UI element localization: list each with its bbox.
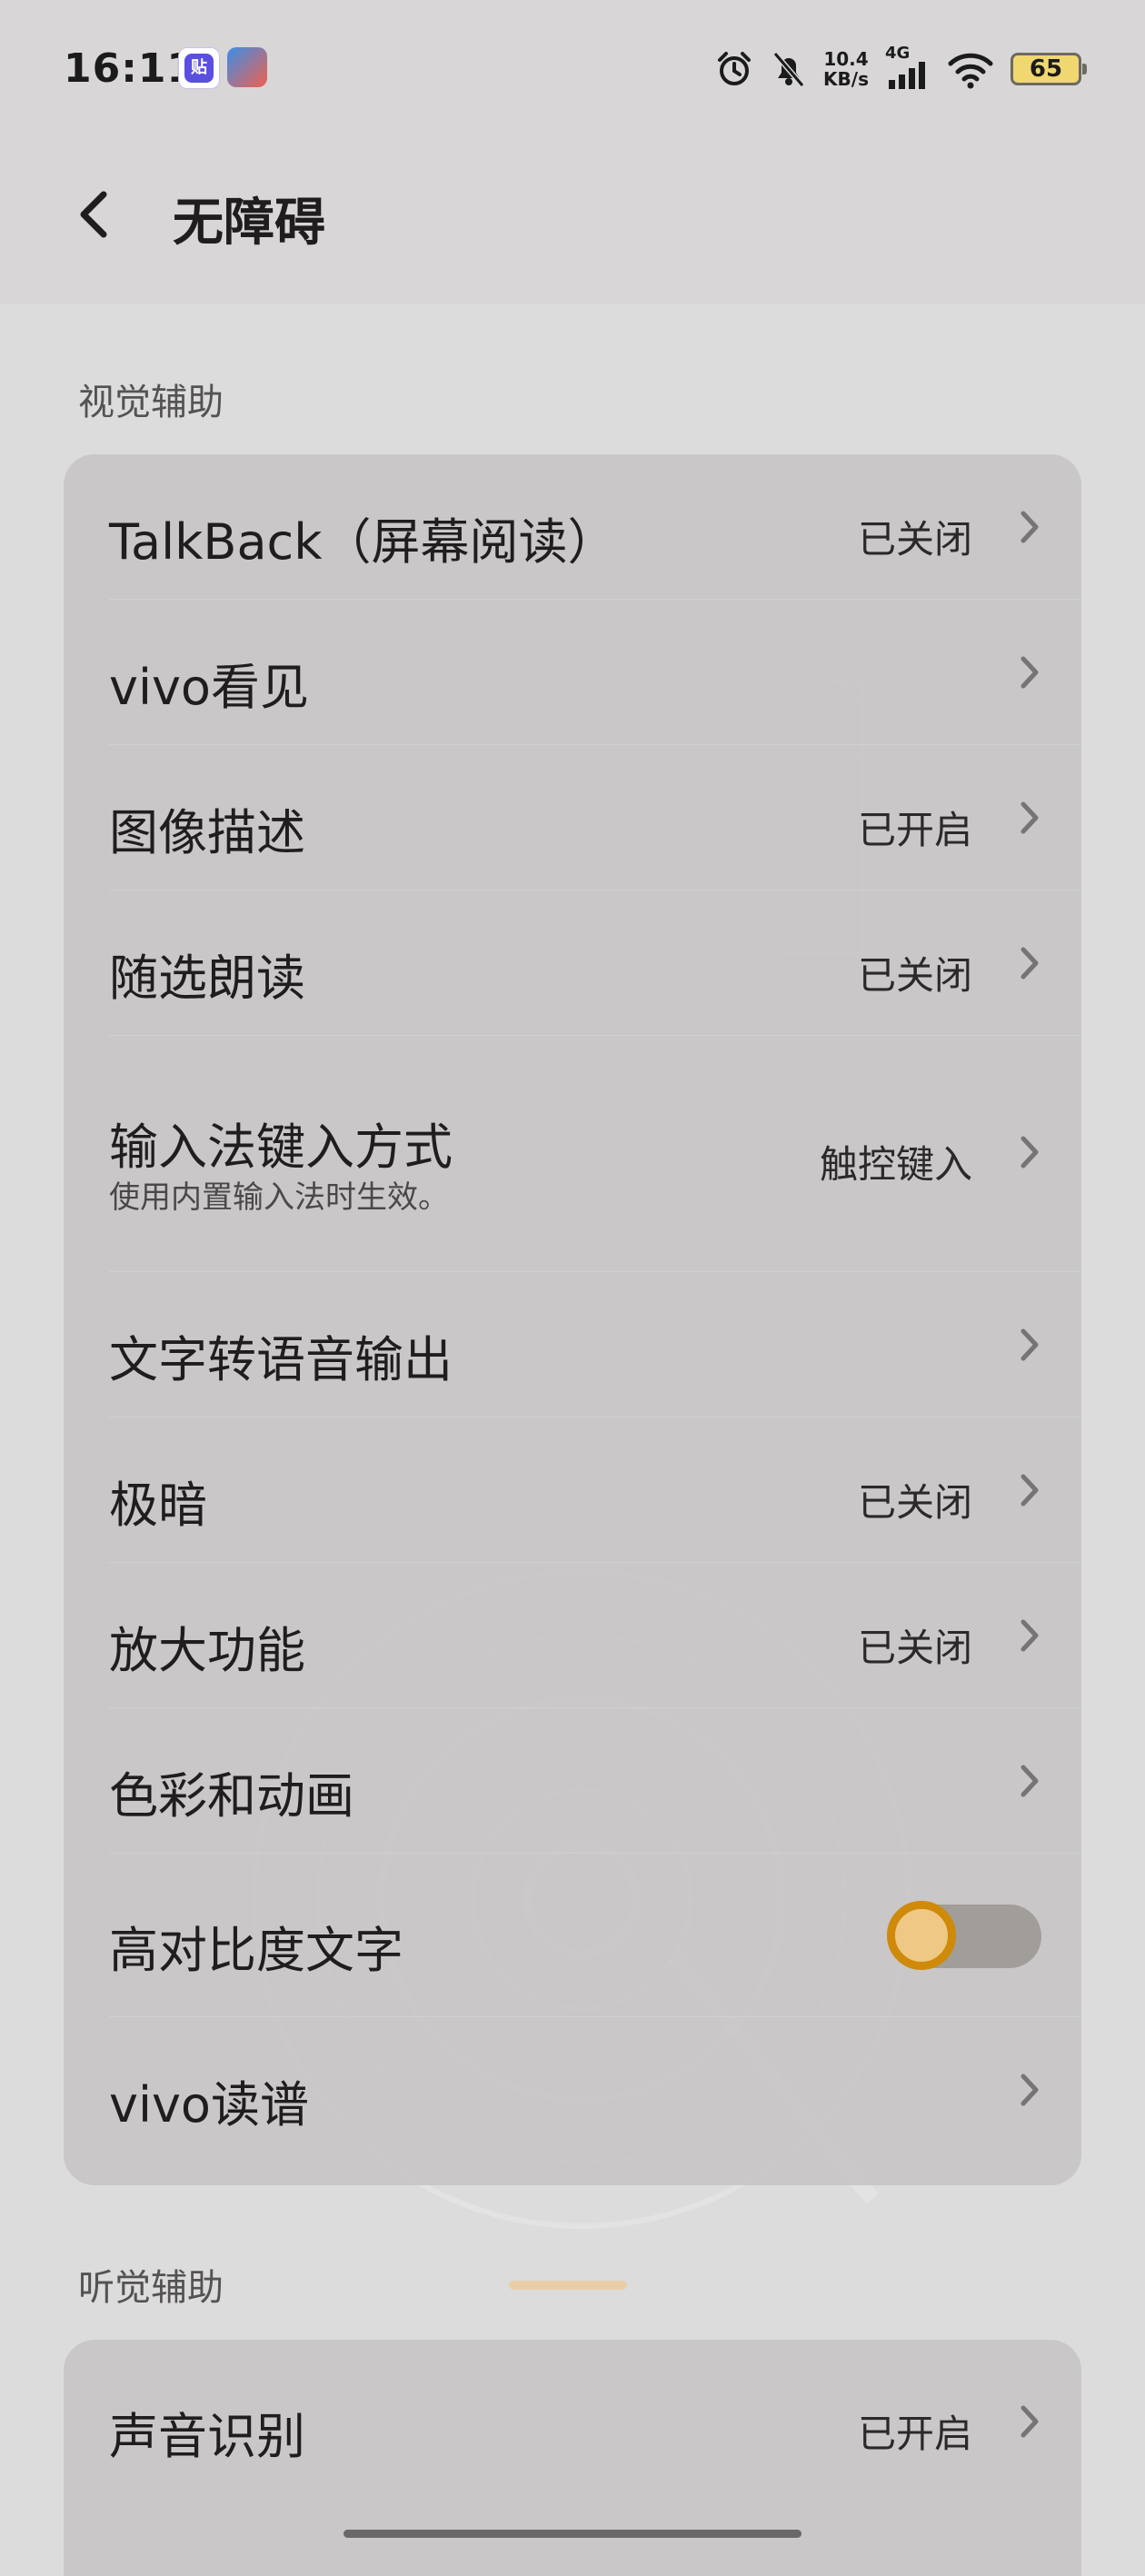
chevron-right-icon — [1021, 511, 1039, 543]
network-speed: 10.4 KB/s — [823, 49, 869, 89]
toggle-knob — [887, 1901, 956, 1970]
item-label: 文字转语音输出 — [109, 1331, 453, 1388]
list-item-color-and-motion[interactable]: 色彩和动画 — [64, 1708, 1081, 1854]
item-status: 已开启 — [857, 808, 972, 852]
list-item-vivo-see[interactable]: vivo看见 — [64, 600, 1081, 745]
list-item-tts-output[interactable]: 文字转语音输出 — [64, 1272, 1081, 1417]
item-label: 色彩和动画 — [109, 1767, 354, 1825]
item-label: 声音识别 — [109, 2408, 305, 2465]
section-title-visual: 视觉辅助 — [78, 382, 224, 423]
item-status: 已关闭 — [857, 1480, 972, 1525]
list-item-sound-recognition[interactable]: 声音识别 已开启 — [64, 2340, 1081, 2512]
signal-bars-icon — [889, 62, 925, 89]
battery-icon: 65 — [1011, 53, 1087, 85]
network-type: 4G — [885, 44, 911, 63]
muted-bell-icon — [772, 52, 805, 87]
item-label: 高对比度文字 — [109, 1922, 403, 1979]
chevron-right-icon — [1021, 1474, 1039, 1507]
list-item-image-description[interactable]: 图像描述 已开启 — [64, 745, 1081, 890]
item-label: vivo读谱 — [109, 2076, 309, 2133]
alarm-icon — [718, 52, 752, 85]
list-item-high-contrast-text: 高对比度文字 — [64, 1854, 1081, 2017]
chevron-right-icon — [1021, 656, 1039, 689]
cellular-signal: 4G — [885, 44, 931, 89]
chevron-right-icon — [1021, 2405, 1039, 2438]
battery-level: 65 — [1029, 55, 1063, 83]
network-speed-value: 10.4 — [823, 48, 869, 70]
chevron-right-icon — [1021, 1765, 1039, 1797]
item-status: 已关闭 — [857, 953, 972, 998]
list-item-magnification[interactable]: 放大功能 已关闭 — [64, 1563, 1081, 1708]
notification-app-icon: 贴 — [178, 47, 220, 89]
chevron-right-icon — [1021, 2074, 1039, 2106]
item-status: 已开启 — [857, 2412, 972, 2456]
chevron-right-icon — [1021, 1136, 1039, 1169]
wifi-icon — [948, 53, 993, 89]
chevron-right-icon — [1021, 1619, 1039, 1652]
home-indicator[interactable] — [344, 2530, 802, 2538]
hearing-settings-card: 声音识别 已开启 — [64, 2340, 1081, 2576]
back-arrow-icon[interactable] — [64, 173, 118, 254]
item-label: 极暗 — [109, 1477, 207, 1534]
status-bar: 16:11 贴 10.4 KB/s 4G 65 — [0, 0, 1145, 136]
section-title-hearing: 听觉辅助 — [78, 2267, 224, 2309]
list-item-vivo-score-reader[interactable]: vivo读谱 — [64, 2017, 1081, 2163]
notification-game-icon — [227, 47, 267, 87]
list-item-extra-dim[interactable]: 极暗 已关闭 — [64, 1417, 1081, 1563]
item-label: 随选朗读 — [109, 950, 305, 1007]
chevron-right-icon — [1021, 1328, 1039, 1361]
item-status: 已关闭 — [857, 517, 972, 562]
item-label: 图像描述 — [109, 804, 305, 861]
item-label: 输入法键入方式 — [109, 1119, 453, 1176]
status-time: 16:11 — [64, 45, 196, 92]
visual-settings-card: TalkBack（屏幕阅读） 已关闭 vivo看见 图像描述 已开启 随选朗读 … — [64, 454, 1081, 2185]
high-contrast-toggle[interactable] — [887, 1901, 1045, 1970]
list-item-input-method[interactable]: 输入法键入方式 使用内置输入法时生效。 触控键入 — [64, 1036, 1081, 1272]
item-sublabel: 使用内置输入法时生效。 — [109, 1179, 449, 1216]
page-title: 无障碍 — [173, 194, 325, 253]
list-item-talkback[interactable]: TalkBack（屏幕阅读） 已关闭 — [64, 454, 1081, 600]
item-status: 触控键入 — [819, 1142, 972, 1187]
network-speed-unit: KB/s — [823, 68, 869, 90]
item-label: TalkBack（屏幕阅读） — [109, 513, 617, 571]
chevron-right-icon — [1021, 947, 1039, 980]
item-status: 已关闭 — [857, 1626, 972, 1670]
list-item-select-to-speak[interactable]: 随选朗读 已关闭 — [64, 890, 1081, 1036]
item-label: vivo看见 — [109, 659, 309, 716]
page-header — [0, 136, 1145, 304]
item-label: 放大功能 — [109, 1622, 305, 1679]
chevron-right-icon — [1021, 801, 1039, 834]
app-icon-glyph: 贴 — [184, 54, 214, 83]
